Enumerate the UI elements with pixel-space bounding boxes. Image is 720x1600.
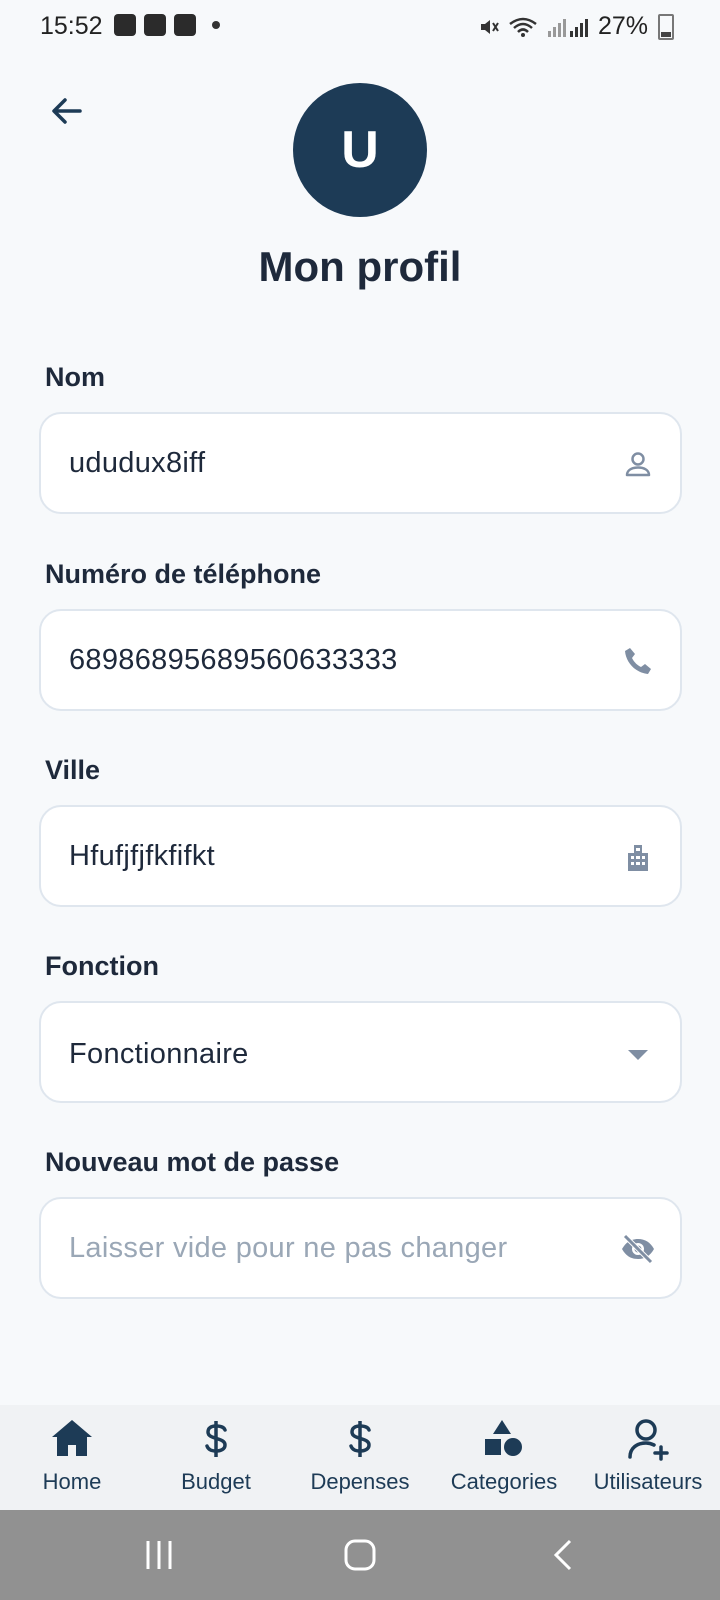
battery-icon <box>658 13 674 40</box>
nav-utilisateurs-label: Utilisateurs <box>593 1469 703 1494</box>
youtube-icon <box>144 14 166 36</box>
telephone-label: Numéro de téléphone <box>45 559 322 589</box>
nav-home[interactable]: Home <box>0 1405 144 1510</box>
back-button[interactable] <box>46 90 88 132</box>
nav-depenses-label: Depenses <box>310 1469 410 1494</box>
checkbox-icon <box>174 14 196 36</box>
dollar-icon <box>349 1421 371 1457</box>
fonction-select[interactable]: Fonctionnaire <box>39 1001 682 1103</box>
gallery-icon <box>114 14 136 36</box>
telephone-field[interactable]: 68986895689560633333 <box>39 609 682 711</box>
nav-depenses[interactable]: Depenses <box>288 1405 432 1510</box>
more-notifications-dot <box>212 21 220 29</box>
password-label: Nouveau mot de passe <box>45 1147 340 1177</box>
add-user-icon <box>628 1419 669 1461</box>
nav-categories-label: Categories <box>450 1469 558 1494</box>
shapes-icon <box>485 1420 522 1456</box>
fonction-label: Fonction <box>45 951 159 981</box>
battery-percent: 27% <box>597 12 648 40</box>
nom-value: ududux8iff <box>69 447 206 479</box>
nav-categories[interactable]: Categories <box>432 1405 576 1510</box>
nom-label: Nom <box>45 362 105 392</box>
page-title: Mon profil <box>258 243 462 290</box>
status-bar: 15:52 27% <box>0 0 720 52</box>
status-time: 15:52 <box>40 12 103 40</box>
ville-label: Ville <box>45 755 101 785</box>
nav-utilisateurs[interactable]: Utilisateurs <box>576 1405 720 1510</box>
avatar-letter: U <box>341 121 379 179</box>
ville-field[interactable]: Hfufjfjfkfifkt <box>39 805 682 907</box>
signal-icon <box>547 18 588 37</box>
nav-budget-label: Budget <box>181 1469 251 1494</box>
dropdown-arrow-icon <box>628 1050 648 1060</box>
nom-field[interactable]: ududux8iff <box>39 412 682 514</box>
mute-icon <box>480 19 499 34</box>
notification-icons <box>114 14 220 36</box>
password-placeholder: Laisser vide pour ne pas changer <box>69 1232 508 1264</box>
wifi-icon <box>509 17 537 37</box>
password-field[interactable]: Laisser vide pour ne pas changer <box>39 1197 682 1299</box>
recent-apps-icon[interactable] <box>143 1538 175 1572</box>
bottom-nav: Home Budget Depenses Categories Utilisat… <box>0 1405 720 1510</box>
dollar-icon <box>205 1421 227 1457</box>
eye-off-icon[interactable] <box>620 1231 656 1267</box>
city-icon <box>628 845 648 871</box>
home-button-icon[interactable] <box>343 1538 377 1572</box>
nav-home-label: Home <box>42 1469 102 1494</box>
back-arrow-icon <box>52 98 82 124</box>
nav-budget[interactable]: Budget <box>144 1405 288 1510</box>
telephone-value: 68986895689560633333 <box>69 644 398 676</box>
avatar: U <box>293 83 427 217</box>
fonction-value: Fonctionnaire <box>69 1038 249 1070</box>
home-icon <box>52 1420 92 1456</box>
system-back-icon[interactable] <box>550 1538 576 1572</box>
ville-value: Hfufjfjfkfifkt <box>69 840 215 872</box>
person-icon <box>625 452 651 477</box>
phone-icon <box>625 648 651 674</box>
system-status: 27% <box>478 12 674 41</box>
system-nav-bar <box>0 1510 720 1600</box>
